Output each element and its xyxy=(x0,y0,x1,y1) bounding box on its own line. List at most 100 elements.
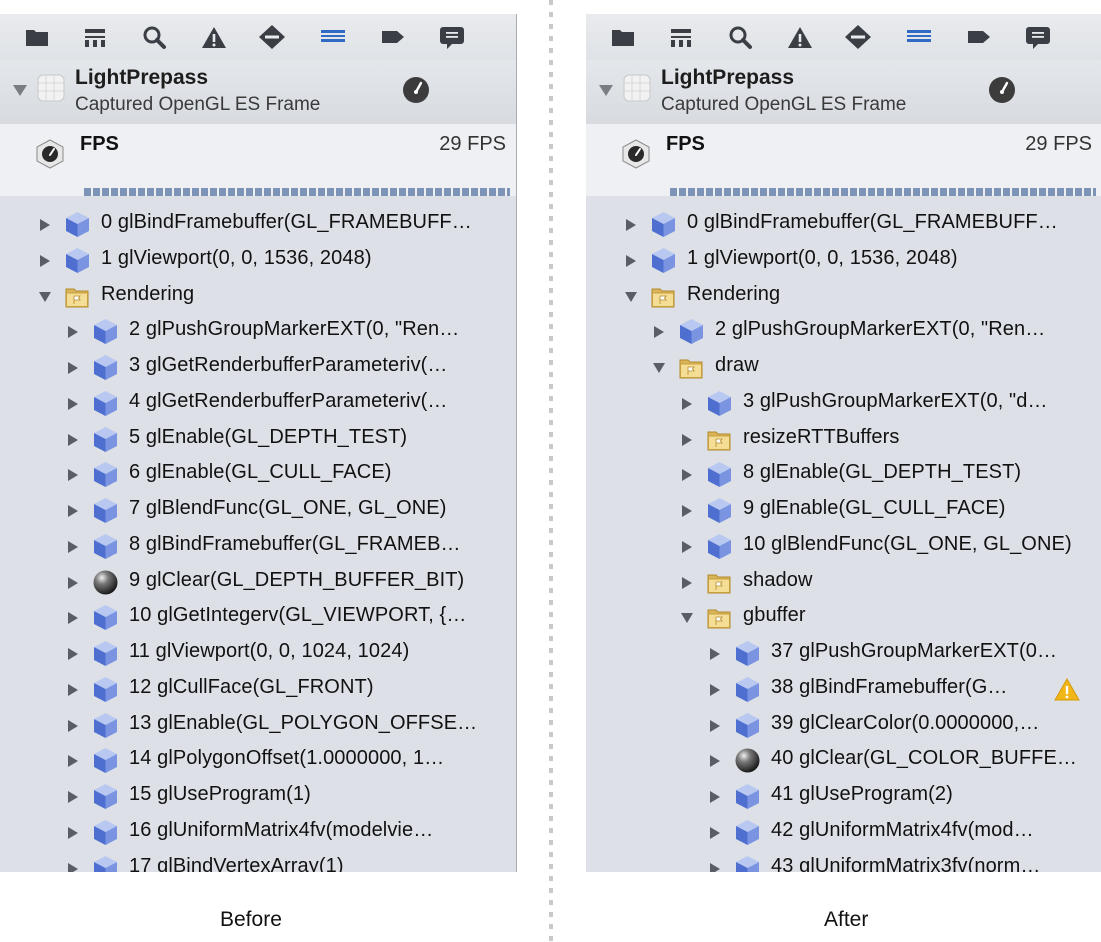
disclosure-collapsed-icon[interactable] xyxy=(624,254,638,268)
call-row[interactable]: 14 glPolygonOffset(1.0000000, 1… xyxy=(0,743,516,779)
disclosure-collapsed-icon[interactable] xyxy=(66,790,80,804)
call-row[interactable]: 0 glBindFramebuffer(GL_FRAMEBUFF… xyxy=(0,207,516,243)
call-row[interactable]: 12 glCullFace(GL_FRONT) xyxy=(0,672,516,708)
call-row[interactable]: 42 glUniformMatrix4fv(mod… xyxy=(586,815,1101,851)
call-row[interactable]: 17 glBindVertexArray(1) xyxy=(0,851,516,873)
breakpoint-icon[interactable] xyxy=(258,24,286,50)
warning-badge-icon[interactable] xyxy=(1054,677,1080,702)
call-row[interactable]: 4 glGetRenderbufferParameteriv(… xyxy=(0,386,516,422)
list-icon[interactable] xyxy=(319,24,347,50)
breakpoint-icon[interactable] xyxy=(844,24,872,50)
warning-icon[interactable] xyxy=(200,24,228,50)
disclosure-collapsed-icon[interactable] xyxy=(680,504,694,518)
disclosure-collapsed-icon[interactable] xyxy=(680,397,694,411)
call-row[interactable]: 8 glBindFramebuffer(GL_FRAMEB… xyxy=(0,529,516,565)
disclosure-collapsed-icon[interactable] xyxy=(66,504,80,518)
fps-gauge-row[interactable]: FPS 29 FPS xyxy=(586,124,1101,196)
call-row[interactable]: 3 glPushGroupMarkerEXT(0, "d… xyxy=(586,386,1101,422)
disclosure-collapsed-icon[interactable] xyxy=(680,468,694,482)
folder-icon[interactable] xyxy=(609,24,637,50)
call-row[interactable]: 13 glEnable(GL_POLYGON_OFFSE… xyxy=(0,708,516,744)
disclosure-expanded-icon[interactable] xyxy=(38,290,52,304)
disclosure-collapsed-icon[interactable] xyxy=(66,826,80,840)
call-row[interactable]: 37 glPushGroupMarkerEXT(0… xyxy=(586,636,1101,672)
disclosure-expanded-icon[interactable] xyxy=(624,290,638,304)
disclosure-collapsed-icon[interactable] xyxy=(66,361,80,375)
disclosure-collapsed-icon[interactable] xyxy=(652,325,666,339)
search-icon[interactable] xyxy=(140,24,168,50)
disclosure-collapsed-icon[interactable] xyxy=(66,468,80,482)
disclosure-triangle-icon[interactable] xyxy=(598,83,614,97)
call-row[interactable]: 2 glPushGroupMarkerEXT(0, "Ren… xyxy=(0,314,516,350)
folder-icon[interactable] xyxy=(23,24,51,50)
fps-gauge-row[interactable]: FPS 29 FPS xyxy=(0,124,516,196)
disclosure-collapsed-icon[interactable] xyxy=(680,576,694,590)
group-row[interactable]: resizeRTTBuffers xyxy=(586,422,1101,458)
disclosure-collapsed-icon[interactable] xyxy=(680,540,694,554)
disclosure-expanded-icon[interactable] xyxy=(680,611,694,625)
disclosure-collapsed-icon[interactable] xyxy=(66,576,80,590)
group-row[interactable]: draw xyxy=(586,350,1101,386)
disclosure-collapsed-icon[interactable] xyxy=(66,325,80,339)
list-icon[interactable] xyxy=(905,24,933,50)
disclosure-collapsed-icon[interactable] xyxy=(708,719,722,733)
call-row[interactable]: 5 glEnable(GL_DEPTH_TEST) xyxy=(0,422,516,458)
group-row[interactable]: Rendering xyxy=(0,279,516,315)
disclosure-collapsed-icon[interactable] xyxy=(708,862,722,873)
comment-icon[interactable] xyxy=(1024,24,1052,50)
warning-icon[interactable] xyxy=(786,24,814,50)
group-row[interactable]: shadow xyxy=(586,565,1101,601)
comment-icon[interactable] xyxy=(438,24,466,50)
call-row[interactable]: 2 glPushGroupMarkerEXT(0, "Ren… xyxy=(586,314,1101,350)
call-row[interactable]: 43 glUniformMatrix3fv(norm… xyxy=(586,851,1101,873)
call-row[interactable]: 9 glClear(GL_DEPTH_BUFFER_BIT) xyxy=(0,565,516,601)
call-row[interactable]: 0 glBindFramebuffer(GL_FRAMEBUFF… xyxy=(586,207,1101,243)
call-row[interactable]: 11 glViewport(0, 0, 1024, 1024) xyxy=(0,636,516,672)
disclosure-collapsed-icon[interactable] xyxy=(66,754,80,768)
disclosure-collapsed-icon[interactable] xyxy=(708,790,722,804)
call-row[interactable]: 39 glClearColor(0.0000000,… xyxy=(586,708,1101,744)
call-row[interactable]: 10 glBlendFunc(GL_ONE, GL_ONE) xyxy=(586,529,1101,565)
disclosure-collapsed-icon[interactable] xyxy=(38,218,52,232)
disclosure-collapsed-icon[interactable] xyxy=(66,611,80,625)
hierarchy-icon[interactable] xyxy=(81,24,109,50)
call-row[interactable]: 41 glUseProgram(2) xyxy=(586,779,1101,815)
group-row[interactable]: Rendering xyxy=(586,279,1101,315)
disclosure-collapsed-icon[interactable] xyxy=(66,540,80,554)
disclosure-collapsed-icon[interactable] xyxy=(708,647,722,661)
group-row[interactable]: gbuffer xyxy=(586,600,1101,636)
search-icon[interactable] xyxy=(726,24,754,50)
call-row[interactable]: 6 glEnable(GL_CULL_FACE) xyxy=(0,457,516,493)
gauge-icon[interactable] xyxy=(402,76,430,104)
disclosure-collapsed-icon[interactable] xyxy=(708,683,722,697)
tag-icon[interactable] xyxy=(965,24,993,50)
call-row[interactable]: 8 glEnable(GL_DEPTH_TEST) xyxy=(586,457,1101,493)
frame-header[interactable]: LightPrepass Captured OpenGL ES Frame xyxy=(586,60,1101,125)
call-row[interactable]: 1 glViewport(0, 0, 1536, 2048) xyxy=(0,243,516,279)
disclosure-collapsed-icon[interactable] xyxy=(66,397,80,411)
gauge-icon[interactable] xyxy=(988,76,1016,104)
call-row[interactable]: 7 glBlendFunc(GL_ONE, GL_ONE) xyxy=(0,493,516,529)
disclosure-collapsed-icon[interactable] xyxy=(708,826,722,840)
tag-icon[interactable] xyxy=(379,24,407,50)
call-row[interactable]: 40 glClear(GL_COLOR_BUFFE… xyxy=(586,743,1101,779)
hierarchy-icon[interactable] xyxy=(667,24,695,50)
frame-header[interactable]: LightPrepass Captured OpenGL ES Frame xyxy=(0,60,516,125)
call-row[interactable]: 10 glGetIntegerv(GL_VIEWPORT, {… xyxy=(0,600,516,636)
disclosure-collapsed-icon[interactable] xyxy=(38,254,52,268)
disclosure-collapsed-icon[interactable] xyxy=(66,683,80,697)
call-row[interactable]: 38 glBindFramebuffer(G… xyxy=(586,672,1101,708)
call-row[interactable]: 1 glViewport(0, 0, 1536, 2048) xyxy=(586,243,1101,279)
disclosure-collapsed-icon[interactable] xyxy=(66,647,80,661)
disclosure-collapsed-icon[interactable] xyxy=(708,754,722,768)
disclosure-triangle-icon[interactable] xyxy=(12,83,28,97)
call-row[interactable]: 9 glEnable(GL_CULL_FACE) xyxy=(586,493,1101,529)
call-row[interactable]: 3 glGetRenderbufferParameteriv(… xyxy=(0,350,516,386)
disclosure-collapsed-icon[interactable] xyxy=(66,719,80,733)
disclosure-expanded-icon[interactable] xyxy=(652,361,666,375)
call-row[interactable]: 15 glUseProgram(1) xyxy=(0,779,516,815)
disclosure-collapsed-icon[interactable] xyxy=(66,862,80,873)
call-row[interactable]: 16 glUniformMatrix4fv(modelvie… xyxy=(0,815,516,851)
disclosure-collapsed-icon[interactable] xyxy=(66,433,80,447)
disclosure-collapsed-icon[interactable] xyxy=(624,218,638,232)
